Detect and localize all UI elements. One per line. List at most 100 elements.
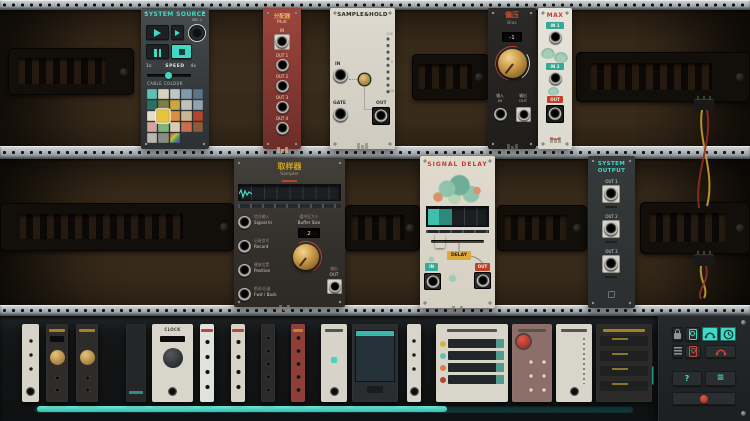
- panel-screw: [741, 320, 746, 325]
- cable-colour-swatch[interactable]: [158, 122, 168, 132]
- tray-scrollbar-track[interactable]: [34, 405, 634, 413]
- tray-module[interactable]: [291, 324, 305, 402]
- cable-colour-swatch[interactable]: [147, 89, 157, 99]
- tray-module[interactable]: [200, 324, 214, 402]
- delay-out-label: OUT: [475, 263, 490, 271]
- system-out2-jack[interactable]: [602, 220, 620, 238]
- max-in2-jack[interactable]: [549, 72, 562, 85]
- cable-mode-button[interactable]: [702, 327, 718, 341]
- cable-colour-label: CABLE COLOUR: [147, 82, 183, 87]
- record-button[interactable]: [672, 392, 736, 405]
- tray-module[interactable]: [321, 324, 347, 402]
- add-module-button[interactable]: [685, 327, 700, 341]
- help-button[interactable]: ?: [672, 371, 702, 386]
- gold-knob: [50, 350, 65, 365]
- system-out1-jack[interactable]: [602, 185, 620, 203]
- system-out3-jack[interactable]: [602, 255, 620, 273]
- sh-in-jack[interactable]: [333, 68, 348, 83]
- teal-dot: [331, 357, 337, 363]
- tray-module[interactable]: [596, 324, 652, 402]
- bias-out-jack[interactable]: [516, 107, 531, 122]
- tray-module[interactable]: [76, 324, 98, 402]
- sh-gate-jack[interactable]: [333, 107, 348, 122]
- cable-colour-swatch[interactable]: [193, 122, 203, 132]
- tray-module[interactable]: [126, 324, 146, 402]
- tray-module[interactable]: [261, 324, 275, 402]
- cable-colour-swatch[interactable]: [181, 122, 191, 132]
- cable-colour-swatch[interactable]: [193, 89, 203, 99]
- tray-scrollbar-thumb[interactable]: [37, 406, 447, 412]
- tray-module[interactable]: [436, 324, 508, 402]
- cable-colour-swatch[interactable]: [170, 89, 180, 99]
- system-source-title: SYSTEM SOURCE: [141, 11, 209, 18]
- tray-module[interactable]: CLOCK: [152, 324, 193, 402]
- cable-colour-swatch[interactable]: [147, 122, 157, 132]
- play-icon: [154, 29, 161, 37]
- stop-button[interactable]: [171, 44, 192, 59]
- cable-colour-swatch[interactable]: [158, 100, 168, 110]
- tray-module[interactable]: [352, 324, 398, 402]
- lock-button[interactable]: [672, 327, 683, 341]
- cable-colour-swatch[interactable]: [147, 100, 157, 110]
- speed-max-label: 4x: [190, 64, 196, 69]
- tray-module[interactable]: [231, 324, 245, 402]
- mult-out2-jack[interactable]: [276, 80, 289, 93]
- bias-knob[interactable]: [498, 49, 527, 78]
- cable-colour-swatch[interactable]: [170, 111, 180, 121]
- jack-sub-label: [605, 206, 617, 208]
- sh-out-jack[interactable]: [372, 107, 390, 125]
- mult-in-jack[interactable]: [274, 34, 290, 50]
- max-in1-jack[interactable]: [549, 31, 562, 44]
- list-button[interactable]: [672, 345, 683, 358]
- buffer-tick-strip: [238, 204, 341, 208]
- delay-out-jack[interactable]: [474, 272, 491, 289]
- sampler-jack2-en: Record: [254, 244, 268, 249]
- jack-bottom: [168, 387, 177, 396]
- cable-colour-swatch[interactable]: [181, 100, 191, 110]
- cable-colour-swatch[interactable]: [170, 133, 180, 143]
- dots-3: [410, 336, 418, 378]
- cable-colour-swatch[interactable]: [158, 89, 168, 99]
- mult-out3-jack[interactable]: [276, 101, 289, 114]
- max-out-jack[interactable]: [546, 105, 564, 123]
- record-icon: [700, 395, 708, 403]
- buffer-size-knob[interactable]: [293, 244, 319, 270]
- tray-module[interactable]: [556, 324, 592, 402]
- cable-colour-swatch[interactable]: [181, 111, 191, 121]
- tray-module[interactable]: [46, 324, 68, 402]
- panel-trace: [349, 79, 359, 80]
- menu-button[interactable]: ≡: [705, 371, 736, 386]
- pause-button[interactable]: [146, 44, 169, 59]
- sampler-out-jack[interactable]: [327, 279, 342, 294]
- sampler-signal-in-jack[interactable]: [238, 216, 251, 229]
- sampler-record-jack[interactable]: [238, 240, 251, 253]
- sampler-position-jack[interactable]: [238, 264, 251, 277]
- play-button[interactable]: [146, 25, 169, 40]
- tray-module[interactable]: [22, 324, 39, 402]
- sampler-jack1-en: Signal In: [254, 220, 272, 225]
- cable-colour-swatch[interactable]: [170, 122, 180, 132]
- time-mode-button[interactable]: [720, 327, 736, 341]
- bias-in-jack[interactable]: [494, 108, 507, 121]
- cable-colour-swatch[interactable]: [193, 111, 203, 121]
- gold-title: [49, 329, 66, 332]
- speed-slider-handle[interactable]: [165, 72, 172, 79]
- tray-module[interactable]: [407, 324, 421, 402]
- delete-module-button[interactable]: [685, 345, 701, 358]
- delay-slider-handle[interactable]: [435, 234, 445, 248]
- delete-module-icon: [689, 346, 697, 357]
- cable-colour-swatch[interactable]: [147, 133, 157, 143]
- cable-colour-swatch[interactable]: [170, 100, 180, 110]
- delay-in-jack[interactable]: [424, 273, 441, 290]
- source-knob[interactable]: [188, 24, 206, 42]
- step-play-button[interactable]: [171, 25, 184, 40]
- sh-mini-knob[interactable]: [359, 74, 370, 85]
- cable-colour-swatch[interactable]: [157, 110, 171, 123]
- delete-cable-button[interactable]: [705, 345, 736, 358]
- tray-module[interactable]: [512, 324, 552, 402]
- cable-colour-swatch[interactable]: [193, 100, 203, 110]
- mult-out1-jack[interactable]: [276, 59, 289, 72]
- cable-colour-swatch[interactable]: [158, 133, 168, 143]
- mult-out4-jack[interactable]: [276, 122, 289, 135]
- cable-colour-swatch[interactable]: [181, 89, 191, 99]
